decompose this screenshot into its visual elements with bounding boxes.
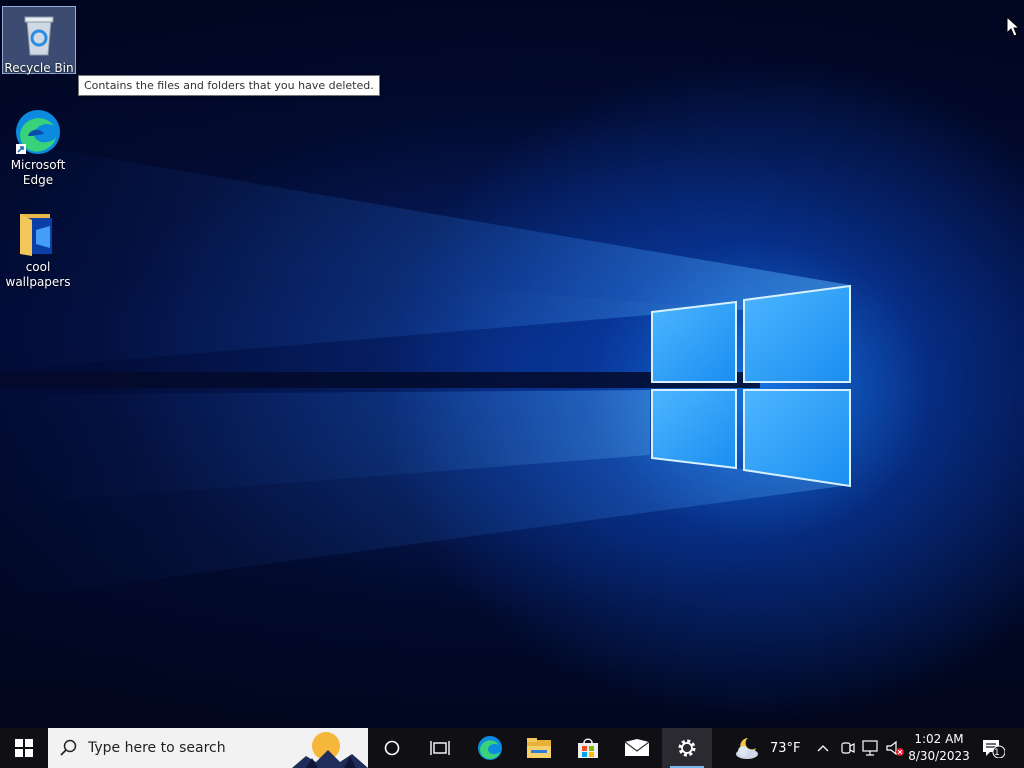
cortana-button[interactable] bbox=[368, 728, 416, 768]
desktop-icon-cool-wallpapers[interactable]: cool wallpapers bbox=[2, 206, 74, 290]
edge-icon bbox=[14, 108, 62, 156]
recycle-bin-icon bbox=[15, 11, 63, 59]
network-button[interactable] bbox=[860, 728, 882, 768]
cortana-icon bbox=[384, 740, 400, 756]
recycle-bin-tooltip: Contains the files and folders that you … bbox=[78, 75, 380, 96]
chevron-up-icon bbox=[817, 745, 829, 752]
desktop-icon-label: Microsoft Edge bbox=[10, 158, 66, 187]
notification-badge: 1 bbox=[994, 748, 1000, 758]
clock-time: 1:02 AM bbox=[914, 732, 964, 746]
partly-cloudy-night-icon bbox=[736, 738, 758, 759]
task-view-icon bbox=[430, 741, 450, 755]
taskbar-store-button[interactable] bbox=[564, 728, 612, 768]
desktop-icon-recycle-bin[interactable]: Recycle Bin bbox=[2, 6, 76, 75]
meet-now-icon bbox=[841, 742, 855, 754]
taskbar-file-explorer-button[interactable] bbox=[514, 728, 564, 768]
store-icon bbox=[578, 738, 598, 758]
meet-now-button[interactable] bbox=[836, 728, 858, 768]
desktop-icon-label: cool wallpapers bbox=[5, 260, 71, 289]
show-hidden-icons-button[interactable] bbox=[812, 728, 834, 768]
mouse-cursor-icon bbox=[1006, 16, 1020, 37]
network-icon bbox=[862, 740, 878, 756]
volume-muted-icon bbox=[886, 740, 904, 756]
folder-icon bbox=[14, 210, 62, 258]
desktop-icon-label: Recycle Bin bbox=[4, 61, 74, 75]
desktop-icon-microsoft-edge[interactable]: Microsoft Edge bbox=[2, 104, 74, 188]
task-view-button[interactable] bbox=[416, 728, 464, 768]
action-center-button[interactable]: 1 bbox=[978, 728, 1008, 768]
search-box[interactable]: Type here to search bbox=[48, 728, 368, 768]
wallpaper bbox=[0, 140, 851, 600]
search-highlight-illustration bbox=[292, 728, 368, 768]
search-icon bbox=[60, 739, 77, 756]
taskbar-edge-button[interactable] bbox=[466, 728, 514, 768]
file-explorer-icon bbox=[527, 738, 551, 758]
taskbar-mail-button[interactable] bbox=[612, 728, 662, 768]
start-button[interactable] bbox=[0, 728, 48, 768]
windows-logo-icon bbox=[15, 739, 33, 757]
taskbar: Type here to search 73°F 1:02 AM 8/30/20… bbox=[0, 728, 1024, 768]
clock[interactable]: 1:02 AM 8/30/2023 bbox=[906, 728, 972, 768]
weather-temperature: 73°F bbox=[770, 740, 801, 756]
settings-icon bbox=[678, 739, 696, 757]
volume-button[interactable] bbox=[884, 728, 906, 768]
mail-icon bbox=[624, 739, 650, 756]
edge-icon bbox=[478, 736, 502, 760]
clock-date: 8/30/2023 bbox=[908, 749, 970, 763]
desktop[interactable]: Recycle Bin Microsoft Edge cool wallpape… bbox=[0, 0, 1024, 728]
notification-icon bbox=[983, 740, 1005, 758]
weather-widget[interactable]: 73°F bbox=[734, 728, 804, 768]
taskbar-settings-button[interactable] bbox=[662, 728, 712, 768]
search-placeholder: Type here to search bbox=[88, 740, 226, 756]
